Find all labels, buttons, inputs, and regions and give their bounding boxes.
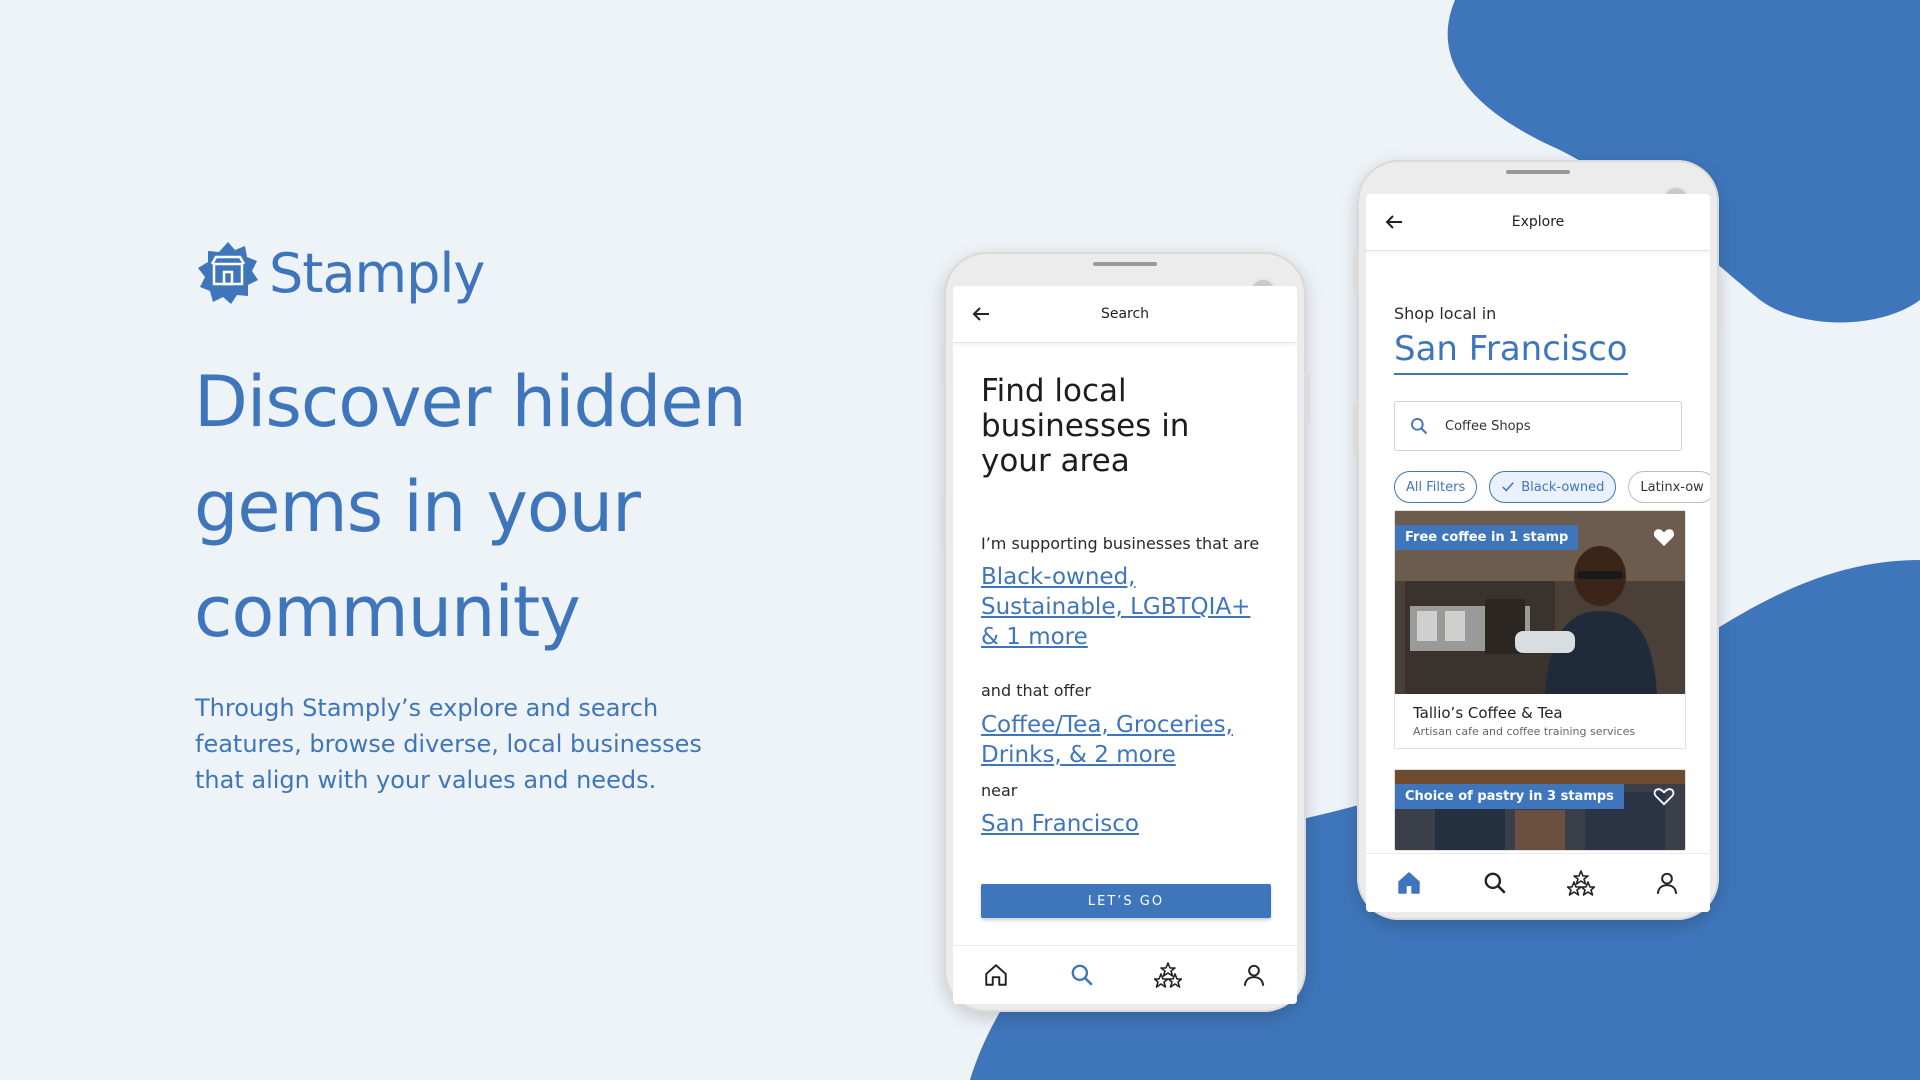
- back-arrow-icon[interactable]: [1382, 210, 1406, 234]
- profile-icon[interactable]: [1652, 868, 1682, 898]
- check-icon: [1502, 482, 1515, 492]
- search-app-bar: Search: [953, 286, 1297, 343]
- supporting-label: I’m supporting businesses that are: [981, 534, 1260, 553]
- search-phone: Search Find local businesses in your are…: [940, 252, 1310, 1012]
- chip-label: Black-owned: [1521, 479, 1605, 495]
- explore-search-input[interactable]: [1443, 417, 1647, 435]
- lets-go-button[interactable]: LET’S GO: [981, 884, 1271, 918]
- phone-side-button: [940, 344, 945, 384]
- reward-badge: Choice of pastry in 3 stamps: [1395, 784, 1624, 809]
- business-name: Tallio’s Coffee & Tea: [1413, 704, 1563, 722]
- business-photo: Free coffee in 1 stamp: [1395, 511, 1685, 694]
- phone-speaker: [1506, 170, 1570, 174]
- phone-side-button: [940, 497, 945, 547]
- explore-app-bar: Explore: [1366, 194, 1710, 251]
- search-icon[interactable]: [1480, 868, 1510, 898]
- near-label: near: [981, 781, 1018, 800]
- bottom-nav: [953, 945, 1297, 1004]
- business-description: Artisan cafe and coffee training service…: [1413, 725, 1636, 738]
- bottom-nav: [1366, 853, 1710, 912]
- chip-label: All Filters: [1406, 479, 1466, 495]
- search-screen-title: Search: [1100, 306, 1150, 322]
- city-selector[interactable]: San Francisco: [1394, 329, 1628, 375]
- location-link[interactable]: San Francisco: [981, 809, 1271, 839]
- chip-latinx-owned[interactable]: Latinx-ow: [1628, 471, 1710, 503]
- phone-side-button: [1353, 405, 1358, 455]
- phone-side-button: [1718, 280, 1723, 330]
- heart-icon[interactable]: [1653, 527, 1675, 547]
- business-photo: Choice of pastry in 3 stamps: [1395, 770, 1685, 850]
- offer-link[interactable]: Coffee/Tea, Groceries, Drinks, & 2 more: [981, 710, 1271, 770]
- storefront-badge-icon: [198, 242, 258, 304]
- business-card[interactable]: Free coffee in 1 stamp Tallio’s Coffee &…: [1394, 510, 1686, 749]
- search-icon[interactable]: [1067, 960, 1097, 990]
- stamps-icon[interactable]: [1566, 868, 1596, 898]
- shop-local-label: Shop local in: [1394, 304, 1497, 323]
- home-icon[interactable]: [981, 960, 1011, 990]
- search-icon: [1411, 418, 1428, 435]
- offer-label: and that offer: [981, 681, 1091, 700]
- business-card[interactable]: Choice of pastry in 3 stamps: [1394, 769, 1686, 851]
- filter-chips: All Filters Black-owned Latinx-ow: [1394, 471, 1710, 503]
- brand-lockup: Stamply: [195, 240, 485, 306]
- page-headline: Discover hidden gems in your community: [194, 361, 747, 653]
- values-link[interactable]: Black-owned, Sustainable, LGBTQIA+ & 1 m…: [981, 562, 1271, 652]
- search-heading: Find local businesses in your area: [981, 373, 1190, 479]
- explore-search-field[interactable]: [1394, 401, 1682, 451]
- chip-black-owned[interactable]: Black-owned: [1489, 471, 1617, 503]
- explore-screen: Explore Shop local in San Francisco All …: [1366, 194, 1710, 912]
- explore-screen-title: Explore: [1511, 214, 1565, 230]
- chip-all-filters[interactable]: All Filters: [1394, 471, 1478, 503]
- page-subcopy: Through Stamply’s explore and search fea…: [195, 694, 702, 794]
- search-screen: Search Find local businesses in your are…: [953, 286, 1297, 1004]
- back-arrow-icon[interactable]: [969, 302, 993, 326]
- phone-side-button: [1353, 252, 1358, 292]
- chip-label: Latinx-ow: [1640, 479, 1704, 495]
- reward-badge: Free coffee in 1 stamp: [1395, 525, 1579, 550]
- phone-side-button: [1305, 372, 1310, 422]
- explore-phone: Explore Shop local in San Francisco All …: [1353, 160, 1723, 920]
- home-icon[interactable]: [1394, 868, 1424, 898]
- bakery-photo: [1395, 770, 1685, 850]
- heart-outline-icon[interactable]: [1653, 786, 1675, 806]
- stamps-icon[interactable]: [1153, 960, 1183, 990]
- phone-speaker: [1093, 262, 1157, 266]
- profile-icon[interactable]: [1239, 960, 1269, 990]
- brand-name: Stamply: [269, 241, 485, 305]
